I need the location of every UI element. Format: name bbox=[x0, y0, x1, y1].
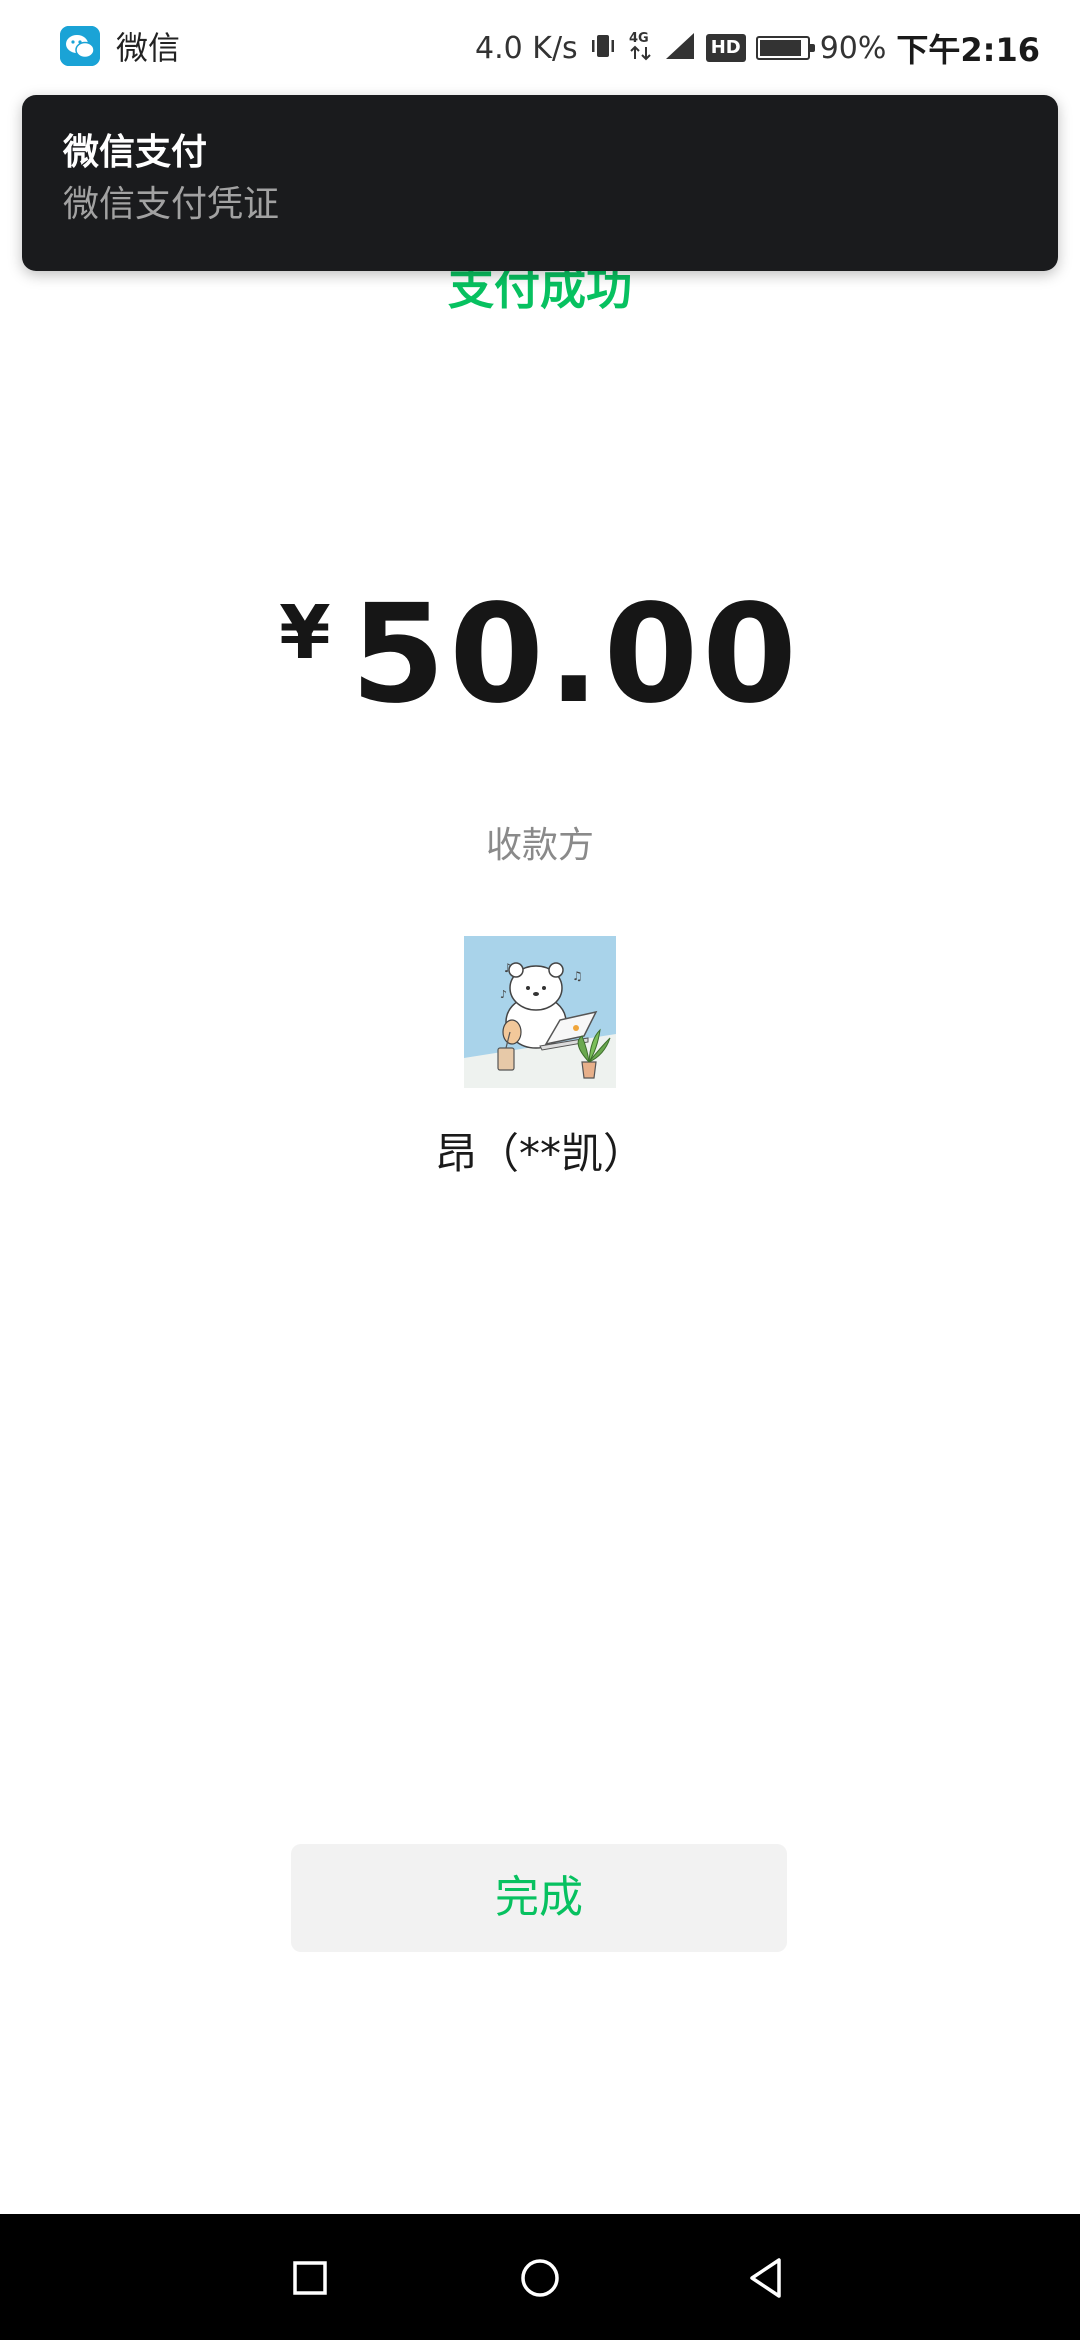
status-bar: 微信 4.0 K/s 4G HD 90% 下午2:16 bbox=[0, 0, 1080, 96]
vibrate-icon bbox=[588, 31, 618, 65]
payee-label: 收款方 bbox=[485, 825, 594, 866]
currency-symbol: ¥ bbox=[279, 590, 331, 676]
circle-icon bbox=[521, 2259, 559, 2297]
battery-tip bbox=[809, 44, 815, 52]
notification-body: 微信支付凭证 bbox=[63, 184, 280, 225]
triangle-back-icon bbox=[750, 2258, 781, 2298]
svg-text:♪: ♪ bbox=[500, 988, 507, 1001]
status-app-name: 微信 bbox=[116, 29, 181, 67]
home-button[interactable] bbox=[510, 2248, 570, 2308]
svg-text:4G: 4G bbox=[629, 31, 649, 46]
signal-icon bbox=[664, 31, 696, 65]
done-button[interactable]: 完成 bbox=[291, 1844, 787, 1952]
svg-text:♫: ♫ bbox=[572, 969, 583, 983]
status-indicators: 4.0 K/s 4G HD 90% 下午2:16 bbox=[475, 24, 1040, 72]
payee-avatar: ♪ ♫ ♪ bbox=[464, 936, 616, 1088]
network-type-4g: 4G bbox=[628, 29, 654, 67]
notification-title: 微信支付 bbox=[63, 132, 208, 173]
wechat-app-icon bbox=[60, 26, 100, 66]
back-button[interactable] bbox=[738, 2248, 798, 2308]
navigation-bar bbox=[0, 2214, 1080, 2340]
hd-badge: HD bbox=[705, 34, 746, 62]
status-time: 下午2:16 bbox=[896, 31, 1040, 69]
wechat-pay-notification[interactable]: 微信支付 微信支付凭证 bbox=[22, 95, 1058, 271]
payee-name: 昂（**凯） bbox=[434, 1129, 645, 1178]
svg-text:♪: ♪ bbox=[504, 961, 512, 975]
battery-percent: 90% bbox=[819, 30, 887, 66]
battery-fill bbox=[759, 40, 801, 56]
square-icon bbox=[293, 2261, 327, 2295]
recents-button[interactable] bbox=[280, 2248, 340, 2308]
battery-icon bbox=[755, 36, 815, 60]
payment-amount: ¥50.00 bbox=[0, 570, 1080, 781]
network-speed: 4.0 K/s bbox=[475, 30, 578, 66]
amount-value: 50.00 bbox=[350, 576, 801, 734]
